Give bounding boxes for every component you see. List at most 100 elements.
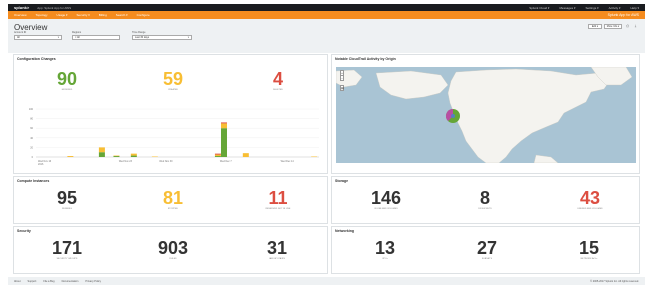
chart-bar-segment [220, 128, 227, 157]
y-tick-label: 40 [30, 137, 33, 140]
nav-security[interactable]: Security ▾ [77, 13, 90, 17]
storage-panel: Storage 146 IN USE EBS VOLUMES 8 S3 BUCK… [331, 176, 640, 224]
topbar-item-activity[interactable]: Activity ▾ [609, 6, 621, 10]
chart-bar-segment [130, 153, 137, 156]
metric-value: 13 [374, 238, 396, 258]
cloudtrail-map-panel: Notable CloudTrail Activity by Origin + … [331, 54, 640, 174]
time-range-label: Time Range [132, 31, 146, 34]
y-tick-label: 80 [30, 118, 33, 121]
y-tick-label: 100 [29, 108, 34, 111]
layers-icon[interactable]: ▤ [340, 85, 344, 91]
metric-running[interactable]: 95 RUNNING [38, 189, 96, 210]
chart-bar-segment [130, 155, 137, 157]
nav-search[interactable]: Search ▾ [116, 13, 128, 17]
x-tick-label: Wed Nov 30 [159, 160, 173, 163]
panel-title: Storage [335, 179, 349, 183]
x-tick-label: Wed Nov 23 [119, 160, 133, 163]
metric-label: VPCs [382, 258, 388, 260]
account-id-select[interactable]: All ▾ [14, 35, 62, 40]
more-info-button[interactable]: More Info ▾ [604, 24, 622, 29]
splunk-top-bar: splunk> App: Splunk App for AWS Splunk C… [8, 4, 645, 11]
footer: About Support File a Bug Documentation P… [8, 277, 645, 285]
chart-bar-segment [220, 123, 227, 129]
regions-multiselect[interactable]: × All [72, 35, 120, 40]
app-title: Splunk App for AWS [607, 13, 639, 17]
topbar-item-messages[interactable]: Messages ▾ [559, 6, 575, 10]
footer-link-support[interactable]: Support [28, 280, 37, 283]
chart-bar-segment [67, 156, 74, 157]
x-tick-label: Wed Dec 7 [220, 160, 232, 163]
nav-configure[interactable]: Configure [137, 13, 150, 17]
metric-value: 81 [162, 188, 184, 208]
security-panel: Security 171 SECURITY GROUPS 903 RULES 3… [13, 226, 328, 274]
metric-modified[interactable]: 90 MODIFIED [38, 70, 96, 91]
topbar-item-cloud[interactable]: Splunk Cloud ▾ [529, 6, 549, 10]
metric-stopped[interactable]: 81 STOPPED [144, 189, 202, 210]
world-map[interactable]: + − ▤ [336, 67, 636, 163]
metric-label: SUBNETS [481, 258, 493, 260]
configuration-changes-chart[interactable]: 020406080100Wed Nov 162016Wed Nov 23 Wed … [14, 105, 329, 173]
account-id-label: Account ID [14, 31, 27, 34]
metric-label: IN USE EBS VOLUMES [374, 208, 398, 210]
footer-link-documentation[interactable]: Documentation [62, 280, 79, 283]
time-range-picker[interactable]: Last 30 days ▾ [132, 35, 192, 40]
nav-billing[interactable]: Billing [99, 13, 107, 17]
metric-network-acls[interactable]: 15 NETWORK ACLs [556, 239, 622, 260]
world-map-svg [336, 67, 633, 163]
zoom-out-button[interactable]: − [340, 75, 344, 81]
footer-link-file-a-bug[interactable]: File a Bug [43, 280, 54, 283]
metric-label: RUNNING [61, 208, 73, 210]
nav-usage[interactable]: Usage ▾ [57, 13, 68, 17]
metric-unused-ebs-volumes[interactable]: 43 UNUSED EBS VOLUMES [554, 189, 626, 210]
metric-subnets[interactable]: 27 SUBNETS [456, 239, 518, 260]
metric-iam-key-pairs[interactable]: 31 IAM KEY PAIRS [244, 239, 310, 260]
regions-filter: Regions × All [72, 31, 120, 40]
metric-value: 4 [272, 69, 283, 89]
footer-link-privacy-policy[interactable]: Privacy Policy [85, 280, 101, 283]
metric-value: 43 [579, 188, 601, 208]
chevron-down-icon: ▾ [57, 36, 59, 39]
metric-label: NETWORK ACLs [580, 258, 598, 260]
copyright: © 2005-2017 Splunk Inc. All rights reser… [590, 279, 639, 283]
configuration-changes-panel: Configuration Changes 90 MODIFIED 59 CRE… [13, 54, 328, 174]
print-icon[interactable]: ⎙ [625, 24, 630, 29]
metric-in-use-ebs-volumes[interactable]: 146 IN USE EBS VOLUMES [352, 189, 420, 210]
topbar-item-help[interactable]: Help ▾ [630, 6, 639, 10]
nav-overview[interactable]: Overview [14, 13, 27, 17]
metric-label: UNUSED EBS VOLUMES [577, 208, 603, 210]
y-tick-label: 20 [30, 146, 33, 149]
activity-origin-marker-center [451, 114, 455, 118]
metric-value: 8 [479, 188, 490, 208]
account-id-value: All [17, 36, 20, 39]
metric-label: CREATED [167, 89, 179, 91]
export-icon[interactable]: ⤓ [633, 24, 638, 29]
chevron-down-icon: ▾ [187, 36, 189, 39]
panel-title: Compute Instances [17, 179, 50, 183]
footer-link-about[interactable]: About [14, 280, 21, 283]
topbar-item-settings[interactable]: Settings ▾ [585, 6, 598, 10]
metric-label: RESERVED NOT IN USE [265, 208, 291, 210]
app-switcher[interactable]: App: Splunk App for AWS [37, 6, 71, 10]
metric-s3-buckets[interactable]: 8 S3 BUCKETS [456, 189, 514, 210]
metric-reserved-not-in-use[interactable]: 11 RESERVED NOT IN USE [242, 189, 314, 210]
metric-vpcs[interactable]: 13 VPCs [354, 239, 416, 260]
metric-created[interactable]: 59 CREATED [144, 70, 202, 91]
nav-topology[interactable]: Topology [36, 13, 48, 17]
chart-bar-segment [214, 153, 221, 155]
metric-value: 90 [56, 69, 78, 89]
panel-title: Configuration Changes [17, 57, 56, 61]
regions-value: × All [75, 36, 80, 39]
metric-deleted[interactable]: 4 DELETED [249, 70, 307, 91]
chart-bar-segment [98, 147, 105, 153]
app-nav-bar: Overview Topology Usage ▾ Security ▾ Bil… [8, 11, 645, 19]
chart-bar-segment [98, 152, 105, 157]
splunk-logo[interactable]: splunk> [14, 5, 29, 10]
edit-button[interactable]: Edit ▾ [588, 24, 602, 29]
chart-bar-segment [113, 156, 120, 157]
metric-security-groups[interactable]: 171 SECURITY GROUPS [34, 239, 100, 260]
south-america-landmass [533, 154, 559, 163]
chart-bar-segment [220, 122, 227, 124]
metric-value: 31 [266, 238, 288, 258]
panel-title: Networking [335, 229, 355, 233]
metric-rules[interactable]: 903 RULES [140, 239, 206, 260]
